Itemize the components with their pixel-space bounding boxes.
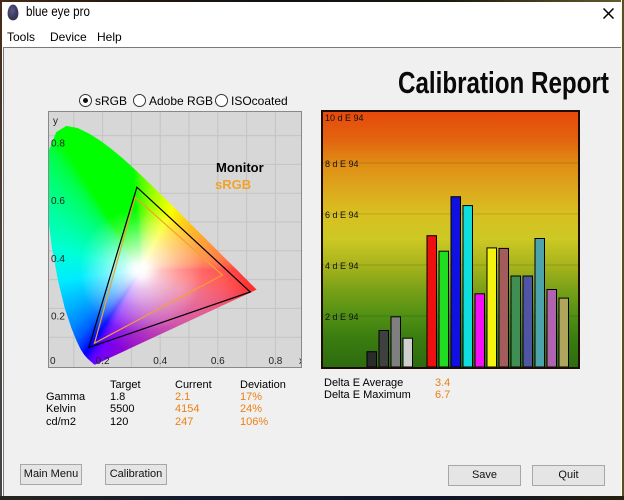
svg-text:0.6: 0.6 — [51, 196, 65, 207]
svg-text:0.6: 0.6 — [211, 356, 225, 367]
svg-text:2 d E 94: 2 d E 94 — [325, 312, 359, 322]
svg-text:0.4: 0.4 — [153, 356, 167, 367]
svg-text:0.2: 0.2 — [96, 356, 110, 367]
svg-text:0.2: 0.2 — [51, 311, 65, 322]
svg-text:10 d E 94: 10 d E 94 — [325, 113, 364, 123]
svg-text:8 d E 94: 8 d E 94 — [325, 159, 359, 169]
svg-text:sRGB: sRGB — [215, 177, 251, 192]
svg-text:Monitor: Monitor — [216, 160, 264, 175]
svg-text:x: x — [299, 356, 301, 367]
svg-text:y: y — [53, 116, 58, 127]
svg-text:0.4: 0.4 — [51, 254, 65, 265]
svg-text:0: 0 — [50, 356, 56, 367]
svg-text:0.8: 0.8 — [51, 139, 65, 150]
svg-text:0.8: 0.8 — [268, 356, 282, 367]
svg-text:4 d E 94: 4 d E 94 — [325, 261, 359, 271]
svg-text:6 d E 94: 6 d E 94 — [325, 210, 359, 220]
